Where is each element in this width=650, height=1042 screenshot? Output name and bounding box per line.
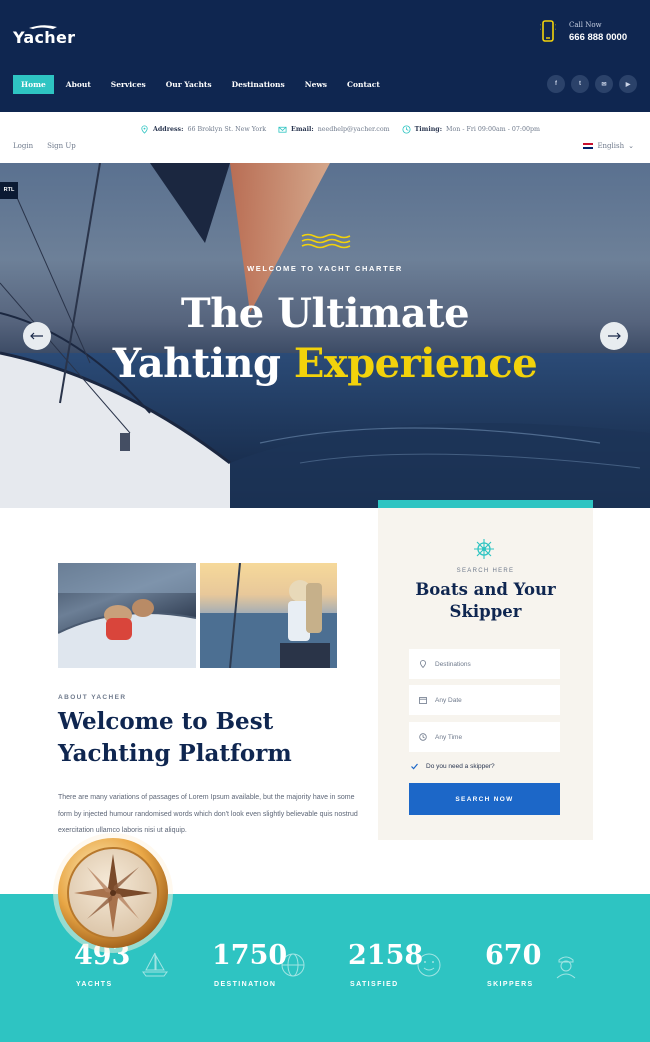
captain-icon [556,956,576,979]
social-links: f t ✉ ▶ [547,75,637,93]
slider-prev-button[interactable] [23,322,51,350]
hero-title-line1: The Ultimate [180,290,470,337]
youtube-icon[interactable]: ▶ [619,75,637,93]
search-now-button[interactable]: SEARCH NOW [409,783,560,815]
hero-eyebrow: WELCOME TO YACHT CHARTER [247,264,403,273]
info-bar: Address: 66 Broklyn St. New York Email: … [0,112,650,163]
stat-label: SKIPPERS [487,981,534,988]
stat-label: YACHTS [76,981,113,988]
facebook-glyph: f [555,81,557,87]
couple-sailing-image [200,563,337,668]
about-photo-sailing [200,563,337,668]
nav-about[interactable]: About [58,75,99,94]
destinations-field[interactable] [409,649,560,679]
checkmark-icon [411,763,418,770]
contact-info-row: Address: 66 Broklyn St. New York Email: … [140,125,540,134]
address-value: 66 Broklyn St. New York [187,126,267,133]
stat-satisfied: 2158 SATISFIED [348,940,468,1000]
stat-skippers: 670 SKIPPERS [485,940,605,1000]
compass-icon [53,833,173,953]
nav-destinations[interactable]: Destinations [224,75,293,94]
skipper-checkbox[interactable]: Do you need a skipper? [411,763,495,770]
auth-links: Login Sign Up [13,142,76,150]
nav-our-yachts[interactable]: Our Yachts [158,75,220,94]
hero-title-highlight: Experience [293,340,538,387]
about-title-line1: Welcome to Best [58,708,274,735]
arrow-left-icon [30,332,43,340]
language-label: English [597,142,625,150]
clock-icon [419,733,427,741]
stat-label: DESTINATION [214,981,277,988]
date-field[interactable] [409,685,560,715]
arrow-right-icon [608,332,621,340]
time-field[interactable] [409,722,560,752]
booking-eyebrow: SEARCH HERE [456,568,515,574]
destinations-input[interactable] [435,660,545,668]
login-link[interactable]: Login [13,142,33,150]
call-label: Call Now [569,21,602,29]
email-value[interactable]: needhelp@yacher.com [318,126,390,133]
uk-flag-icon [583,143,594,149]
twitter-icon[interactable]: t [571,75,589,93]
location-pin-icon [141,125,148,134]
facebook-icon[interactable]: f [547,75,565,93]
timing-label: Timing: [414,126,443,133]
nav-news[interactable]: News [297,75,335,94]
stat-number: 1750 [212,940,288,971]
logo-text: Yacher [13,28,76,47]
main-nav: Home About Services Our Yachts Destinati… [13,75,392,94]
email-icon[interactable]: ✉ [595,75,613,93]
twitter-glyph: t [579,81,581,87]
calendar-icon [419,697,427,704]
nav-contact[interactable]: Contact [339,75,388,94]
nav-home[interactable]: Home [13,75,54,94]
call-number[interactable]: 666 888 0000 [569,32,627,43]
location-pin-icon [420,660,426,668]
stat-label: SATISFIED [350,981,399,988]
hero-title-line2: Yahting Experience [0,340,650,387]
couple-on-boat-image [58,563,196,668]
hero-slider: RTL WELCOME TO YACHT CHARTER The Ultimat… [0,163,650,508]
stat-destination: 1750 DESTINATION [212,940,332,1000]
booking-title-line1: Boats and Your [415,580,556,599]
time-input[interactable] [435,733,545,741]
address-info: Address: 66 Broklyn St. New York [140,125,266,134]
ship-wheel-icon [474,539,494,559]
site-header: Yacher Call Now 666 888 0000 Home About … [0,0,650,112]
stat-number: 2158 [348,940,424,971]
hero-title-word: Yahting [112,340,281,387]
email-label: Email: [291,126,314,133]
address-label: Address: [153,126,184,133]
envelope-icon [278,126,287,133]
signup-link[interactable]: Sign Up [47,142,76,150]
skipper-label: Do you need a skipper? [426,763,495,770]
youtube-glyph: ▶ [625,81,631,88]
about-photo-couple [58,563,196,668]
chevron-down-icon: ⌄ [628,142,634,150]
clock-icon [402,125,411,134]
email-glyph: ✉ [601,81,607,88]
stat-number: 670 [485,940,542,971]
booking-title-line2: Skipper [449,602,522,621]
phone-icon [540,20,556,42]
logo[interactable]: Yacher [13,22,83,48]
about-eyebrow: ABOUT YACHER [58,694,127,701]
booking-card: SEARCH HERE Boats and Your Skipper Do yo… [378,500,593,840]
call-now[interactable]: Call Now 666 888 0000 [540,18,632,46]
about-title-line2: Yachting Platform [58,740,292,767]
slider-next-button[interactable] [600,322,628,350]
language-selector[interactable]: English ⌄ [583,142,634,150]
email-info[interactable]: Email: needhelp@yacher.com [278,125,390,134]
nav-services[interactable]: Services [103,75,154,94]
date-input[interactable] [435,696,545,704]
timing-value: Mon - Fri 09:00am - 07:00pm [446,126,541,133]
timing-info: Timing: Mon - Fri 09:00am - 07:00pm [402,125,540,134]
waves-icon [301,233,351,249]
rtl-badge[interactable]: RTL [0,182,18,199]
